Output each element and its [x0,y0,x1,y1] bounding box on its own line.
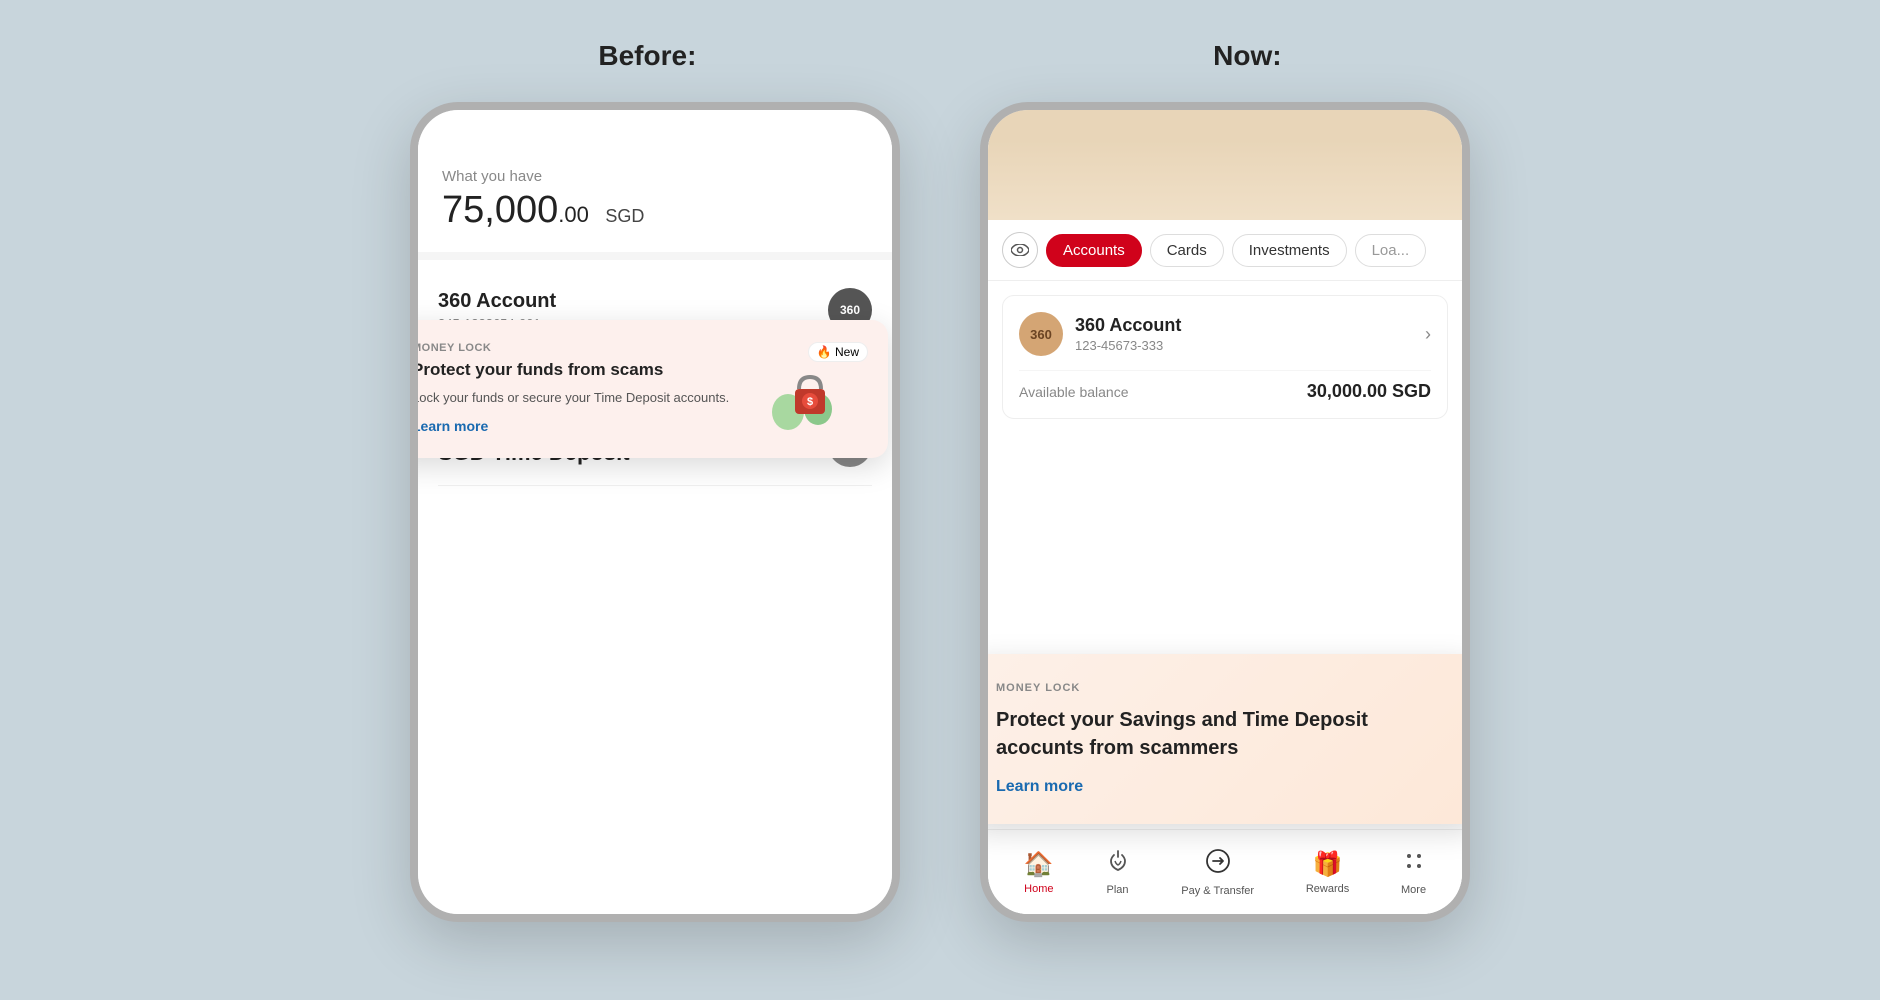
nav-rewards[interactable]: 🎁 Rewards [1306,850,1349,895]
tab-accounts[interactable]: Accounts [1046,234,1142,267]
plan-icon [1106,849,1130,880]
phones-row: What you have 75,000.00 SGD 360 Account … [410,102,1470,922]
pay-transfer-label: Pay & Transfer [1181,885,1254,897]
before-top: What you have 75,000.00 SGD [418,140,892,252]
now-avatar: 360 [1019,312,1063,356]
account-chevron: › [1425,324,1431,345]
plan-label: Plan [1107,884,1129,896]
divider [418,252,892,260]
now-account-details: 360 Account 123-45673-333 [1075,315,1181,353]
gradient-strip [988,140,1462,220]
home-label: Home [1024,883,1053,895]
svg-text:$: $ [807,396,813,408]
more-label: More [1401,884,1426,896]
what-you-have-label: What you have [442,168,868,185]
balance-currency: SGD [605,206,644,226]
now-phone: Accounts Cards Investments Loa... 360 36… [980,102,1470,922]
nav-home[interactable]: 🏠 Home [1024,850,1054,895]
account-name-1: 360 Account [438,290,828,313]
tab-cards[interactable]: Cards [1150,234,1224,267]
rewards-label: Rewards [1306,883,1349,895]
nav-more[interactable]: More [1401,849,1426,896]
rewards-icon: 🎁 [1313,850,1343,879]
balance-decimals: .00 [558,202,589,227]
pay-transfer-icon [1205,848,1231,881]
more-icon [1402,849,1426,880]
mlc-desc: Lock your funds or secure your Time Depo… [412,388,746,408]
before-label: Before: [598,40,696,72]
mlc-text: MONEY LOCK Protect your funds from scams… [412,342,746,436]
mln-label: MONEY LOCK [996,682,1450,694]
now-label: Now: [1213,40,1281,72]
now-avail-label: Available balance [1019,384,1129,400]
before-status-bar [418,110,892,140]
money-lock-card-now[interactable]: MONEY LOCK Protect your Savings and Time… [980,654,1470,824]
nav-plan[interactable]: Plan [1106,849,1130,896]
mln-title: Protect your Savings and Time Deposit ac… [996,706,1450,762]
now-nav-tabs: Accounts Cards Investments Loa... [988,220,1462,281]
money-lock-card-before[interactable]: MONEY LOCK Protect your funds from scams… [410,320,888,458]
now-account-num: 123-45673-333 [1075,338,1181,353]
now-status-bar [988,110,1462,140]
learn-more-before[interactable]: Learn more [412,418,488,434]
mlc-title: Protect your funds from scams [412,360,746,380]
tab-loans[interactable]: Loa... [1355,234,1427,267]
before-phone-inner: What you have 75,000.00 SGD 360 Account … [418,140,892,914]
now-account-card[interactable]: 360 360 Account 123-45673-333 › Availabl… [1002,295,1448,419]
bottom-nav: 🏠 Home Plan [988,829,1462,914]
now-avail-amount: 30,000.00 SGD [1307,381,1431,402]
mlc-illustration: 🔥 New $ [758,342,868,432]
now-account-name: 360 Account [1075,315,1181,336]
home-icon: 🏠 [1024,850,1054,879]
now-account-header: 360 360 Account 123-45673-333 › [1019,312,1431,356]
eye-icon [1011,244,1029,256]
now-account-left: 360 360 Account 123-45673-333 [1019,312,1181,356]
now-balance-row: Available balance 30,000.00 SGD [1019,370,1431,402]
learn-more-now[interactable]: Learn more [996,778,1083,795]
mlc-label: MONEY LOCK [412,342,746,354]
before-phone: What you have 75,000.00 SGD 360 Account … [410,102,900,922]
balance-display: 75,000.00 SGD [442,189,868,232]
lock-svg: $ [763,357,853,432]
tab-investments[interactable]: Investments [1232,234,1347,267]
nav-pay-transfer[interactable]: Pay & Transfer [1181,848,1254,897]
labels-row: Before: Now: [340,40,1540,72]
eye-button[interactable] [1002,232,1038,268]
balance-main: 75,000 [442,189,558,231]
